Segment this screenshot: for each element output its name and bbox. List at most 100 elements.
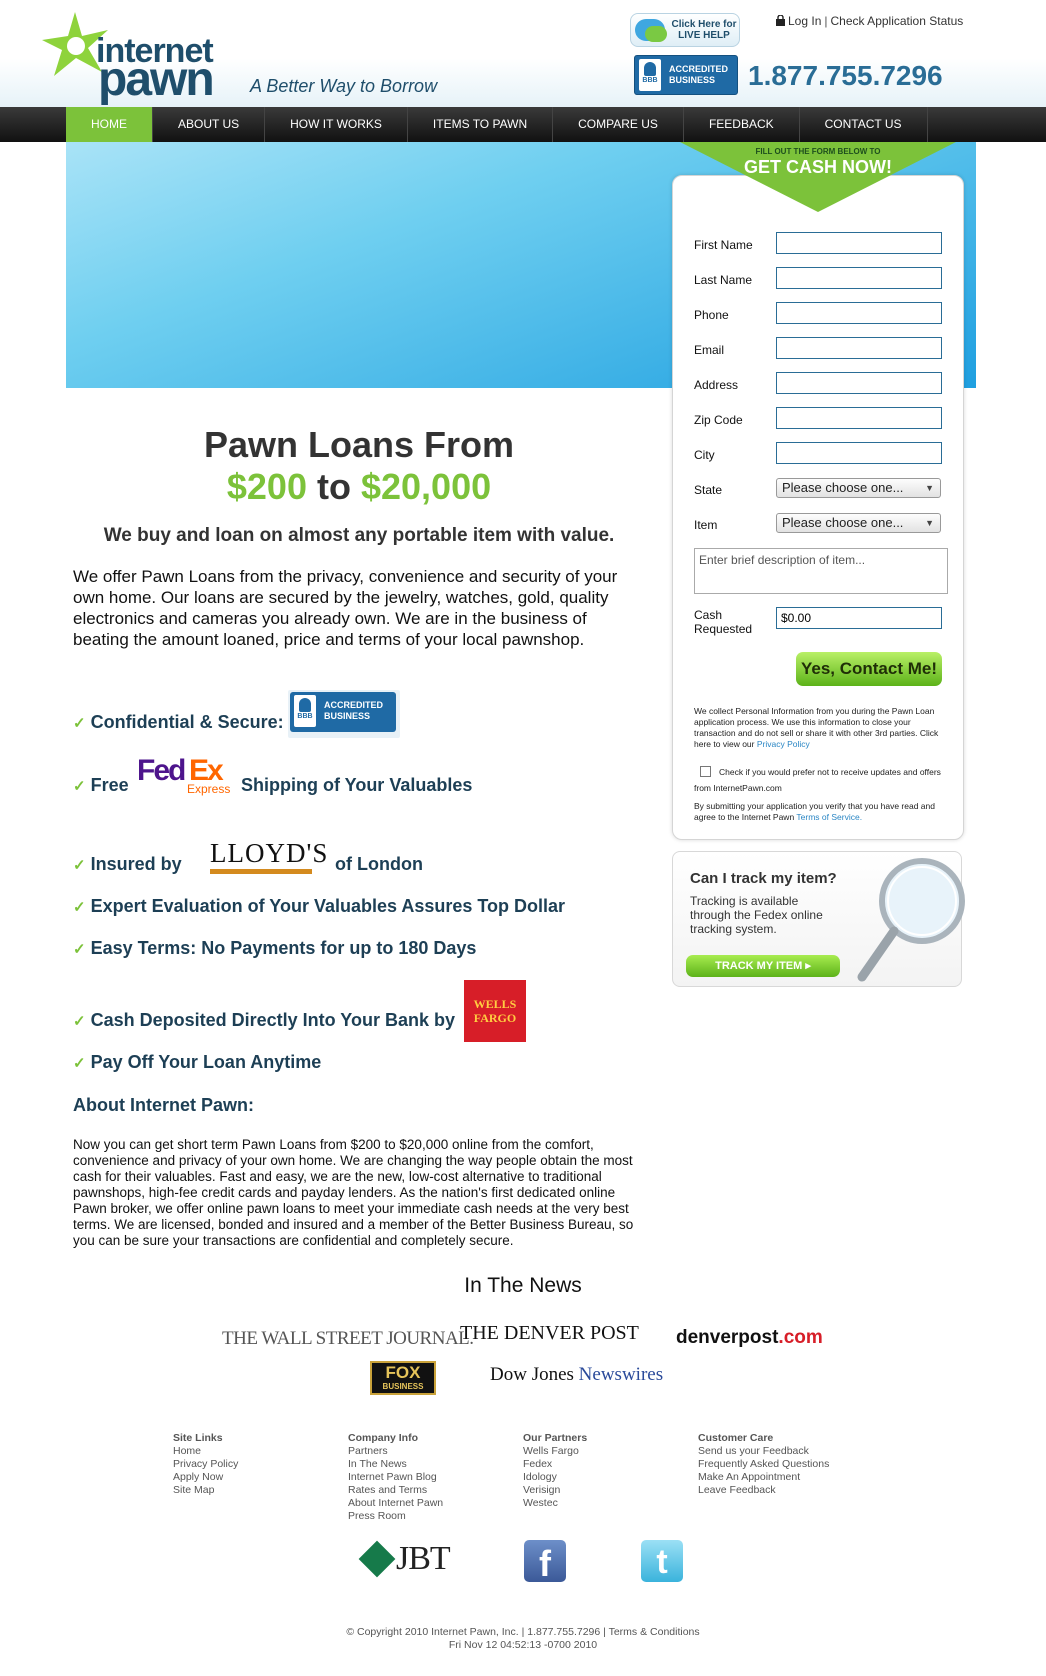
server-timestamp: Fri Nov 12 04:52:13 -0700 2010 [448,1639,598,1651]
bbb-accredited-badge[interactable]: BBB ACCREDITED BUSINESS [288,690,400,738]
cash-requested-input[interactable] [776,607,942,629]
jbt-logo[interactable]: JBT [358,1536,451,1584]
footer-company-info: Company Info Partners In The News Intern… [348,1432,443,1523]
footer-customer-care: Customer Care Send us your Feedback Freq… [698,1432,829,1497]
logo[interactable]: internet pawn [40,10,240,104]
footer-link[interactable]: In The News [348,1458,443,1471]
address-input[interactable] [776,372,942,394]
separator: | [824,14,828,28]
check-icon: ✓ [73,899,86,916]
fox-logo-text: FOX [385,1363,421,1382]
bbb-label: ACCREDITED BUSINESS [324,700,384,721]
news-title: In The News [464,1274,582,1297]
footer-link[interactable]: Internet Pawn Blog [348,1471,443,1484]
check-status-link[interactable]: Check Application Status [831,14,964,28]
footer-link[interactable]: Apply Now [173,1471,238,1484]
footer-link[interactable]: Frequently Asked Questions [698,1458,829,1471]
lloyds-logo: LLOYD'S [208,838,327,874]
city-label: City [694,448,715,462]
item-select[interactable]: Please choose one... ▼ [776,513,941,533]
twitter-icon[interactable]: t [641,1540,683,1582]
feature-evaluation: ✓ Expert Evaluation of Your Valuables Ass… [73,896,565,917]
footer-link[interactable]: Press Room [348,1510,443,1523]
footer-link[interactable]: Partners [348,1445,443,1458]
fedex-logo-fed: Fed [137,754,186,787]
nav-how-it-works[interactable]: HOW IT WORKS [265,107,408,142]
optout-label: Check if you would prefer not to receive… [694,767,941,793]
phone-number: 1.877.755.7296 [748,60,943,91]
footer-link[interactable]: Idology [523,1471,587,1484]
chevron-down-icon: ▼ [925,483,934,493]
optout-row: Check if you would prefer not to receive… [694,764,948,796]
footer-link[interactable]: Privacy Policy [173,1458,238,1471]
top-links: Log In | Check Application Status [776,14,963,28]
footer-heading: Site Links [173,1432,223,1444]
footer-link[interactable]: Site Map [173,1484,238,1497]
subheadline: We buy and loan on almost any portable i… [103,525,615,546]
nav-feedback[interactable]: FEEDBACK [684,107,800,142]
feature-payoff: ✓ Pay Off Your Loan Anytime [73,1052,321,1073]
feature-free-text: Free [90,775,129,795]
optout-checkbox[interactable] [700,766,711,777]
nav-items-to-pawn[interactable]: ITEMS TO PAWN [408,107,554,142]
form-banner-title: GET CASH NOW! [744,157,892,177]
login-link[interactable]: Log In [788,14,821,28]
state-select[interactable]: Please choose one... ▼ [776,478,941,498]
footer-link[interactable]: Fedex [523,1458,587,1471]
cash-requested-label: Cash Requested [694,608,753,636]
dow-jones-logo[interactable]: Dow Jones Newswires [490,1364,663,1386]
facebook-icon[interactable]: f [524,1540,566,1584]
item-description-textarea[interactable]: Enter brief description of item... [694,548,948,594]
chevron-down-icon: ▼ [925,518,934,528]
track-my-item-button[interactable]: TRACK MY ITEM ▸ [686,955,840,977]
nav-home[interactable]: HOME [66,107,153,142]
feature-of-london: of London [335,854,423,874]
feature-deposit-text: Cash Deposited Directly Into Your Bank b… [90,1010,455,1030]
nav-contact-us[interactable]: CONTACT US [800,107,928,142]
contact-me-button[interactable]: Yes, Contact Me! [796,652,942,686]
feature-insured: ✓ Insured by [73,854,182,875]
phone-input[interactable] [776,302,942,324]
wsj-logo[interactable]: THE WALL STREET JOURNAL. [222,1328,474,1350]
footer-link[interactable]: Verisign [523,1484,587,1497]
bbb-label: ACCREDITED BUSINESS [669,64,729,85]
lock-icon [776,15,785,26]
footer-link[interactable]: Westec [523,1497,587,1510]
footer-link[interactable]: Leave Feedback [698,1484,829,1497]
last-name-input[interactable] [776,267,942,289]
dow-jones-name: Dow Jones [490,1364,574,1385]
denver-post-logo[interactable]: THE DENVER POST [460,1322,639,1345]
feature-shipping-text: Shipping of Your Valuables [241,775,473,795]
email-input[interactable] [776,337,942,359]
city-input[interactable] [776,442,942,464]
terms-of-service-link[interactable]: Terms of Service. [796,812,862,822]
about-title: About Internet Pawn: [73,1095,254,1115]
email-label: Email [694,343,725,357]
denverpost-com-logo[interactable]: denverpost.com [676,1327,823,1349]
nav-compare-us[interactable]: COMPARE US [553,107,684,142]
footer-heading: Company Info [348,1432,418,1444]
footer-link[interactable]: Home [173,1445,238,1458]
track-title: Can I track my item? [690,870,837,887]
privacy-policy-link[interactable]: Privacy Policy [757,739,810,749]
denverpost-com-tld: .com [778,1327,823,1348]
bbb-badge[interactable]: BBB ACCREDITED BUSINESS [634,55,738,95]
privacy-note-text: We collect Personal Information from you… [694,706,939,749]
fox-business-logo[interactable]: FOX BUSINESS [370,1361,436,1395]
about-paragraph: Now you can get short term Pawn Loans fr… [73,1137,634,1248]
zip-input[interactable] [776,407,942,429]
first-name-input[interactable] [776,232,942,254]
footer-link[interactable]: Send us your Feedback [698,1445,829,1458]
footer-link[interactable]: Wells Fargo [523,1445,587,1458]
footer-link[interactable]: Make An Appointment [698,1471,829,1484]
page: internet pawn A Better Way to Borrow Cli… [0,0,1046,1676]
footer-link[interactable]: Rates and Terms [348,1484,443,1497]
feature-confidential: ✓ Confidential & Secure: [73,712,284,733]
footer-link[interactable]: About Internet Pawn [348,1497,443,1510]
headline-amounts: $200 to $20,000 [66,466,652,508]
live-help-button[interactable]: Click Here for LIVE HELP [630,13,740,47]
logo-text-pawn: pawn [98,53,215,106]
jbt-logo-text: JBT [396,1540,451,1577]
last-name-label: Last Name [694,273,753,287]
nav-about-us[interactable]: ABOUT US [153,107,266,142]
